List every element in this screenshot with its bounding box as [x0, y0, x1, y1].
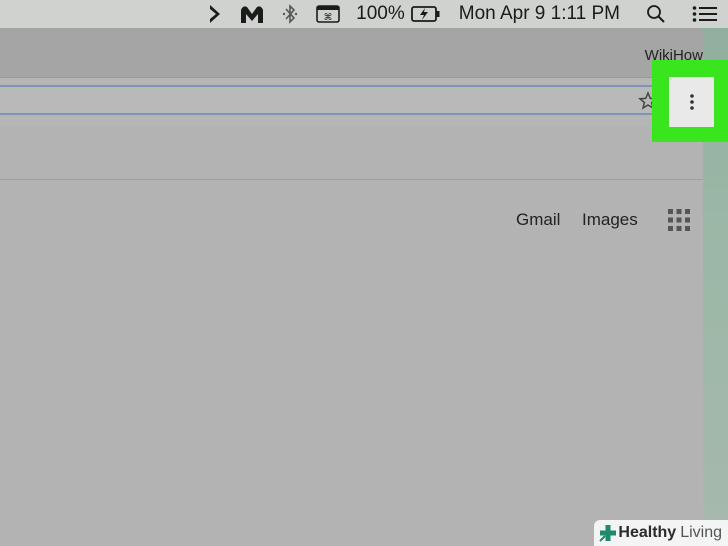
mac-menu-bar: ⌘ 100% Mon Apr 9 1:11 PM	[0, 0, 728, 28]
browser-title-bar: WikiHow	[0, 28, 703, 78]
malwarebytes-icon[interactable]	[240, 0, 264, 28]
toolbar-divider	[0, 179, 703, 180]
notification-center-icon[interactable]	[692, 0, 718, 28]
svg-text:⌘: ⌘	[324, 13, 333, 23]
keyboard-icon[interactable]: ⌘	[316, 0, 340, 28]
spotlight-search-icon[interactable]	[646, 0, 666, 28]
watermark-bold-text: Healthy	[618, 524, 677, 541]
healthy-living-logo-icon	[599, 525, 617, 542]
more-options-icon	[689, 94, 694, 110]
battery-charging-icon[interactable]	[410, 0, 441, 28]
battery-percentage: 100%	[356, 3, 405, 24]
apps-grid-icon[interactable]	[668, 209, 690, 231]
browser-window: WikiHow Gmail Images	[0, 28, 703, 546]
gmail-link[interactable]: Gmail	[516, 210, 560, 230]
menu-bar-clock[interactable]: Mon Apr 9 1:11 PM	[459, 0, 620, 28]
images-link[interactable]: Images	[582, 210, 638, 230]
address-bar[interactable]	[0, 85, 662, 115]
watermark-light-text: Living	[680, 524, 722, 541]
healthy-living-watermark: Healthy Living	[594, 520, 728, 546]
bluetooth-icon[interactable]	[282, 0, 298, 28]
screen: ⌘ 100% Mon Apr 9 1:11 PM WikiHow Gmail I…	[0, 0, 728, 546]
browser-toolbar	[0, 78, 703, 126]
browser-menu-button[interactable]	[669, 77, 714, 127]
chevron-right-icon[interactable]	[208, 0, 222, 28]
